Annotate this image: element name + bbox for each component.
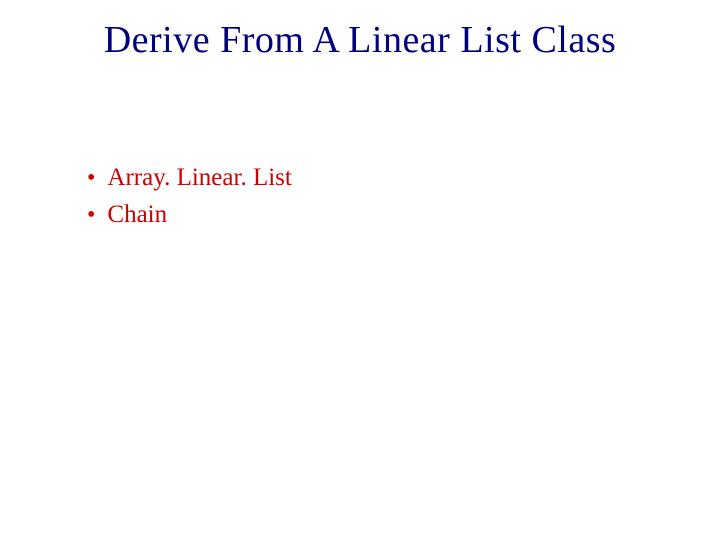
list-item: • Chain [87, 197, 292, 232]
bullet-list: • Array. Linear. List • Chain [87, 160, 292, 232]
bullet-text: Chain [107, 197, 167, 232]
list-item: • Array. Linear. List [87, 160, 292, 195]
bullet-icon: • [87, 166, 95, 190]
slide-container: Derive From A Linear List Class • Array.… [0, 0, 720, 540]
bullet-icon: • [87, 203, 95, 227]
slide-title: Derive From A Linear List Class [0, 18, 720, 62]
bullet-text: Array. Linear. List [107, 160, 291, 195]
slide-content: • Array. Linear. List • Chain [87, 160, 292, 234]
